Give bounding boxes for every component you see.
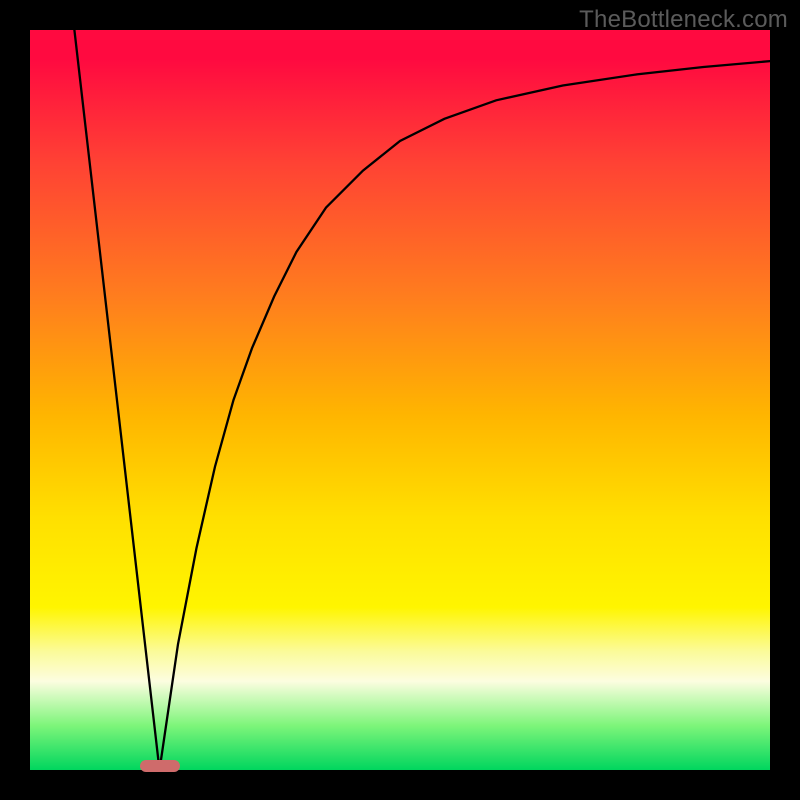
bottleneck-marker bbox=[140, 760, 180, 772]
chart-curve bbox=[30, 30, 770, 770]
chart-frame: TheBottleneck.com bbox=[0, 0, 800, 800]
watermark-text: TheBottleneck.com bbox=[579, 6, 788, 34]
curve-right-arc bbox=[160, 61, 771, 770]
curve-left-line bbox=[74, 30, 159, 770]
plot-area bbox=[30, 30, 770, 770]
